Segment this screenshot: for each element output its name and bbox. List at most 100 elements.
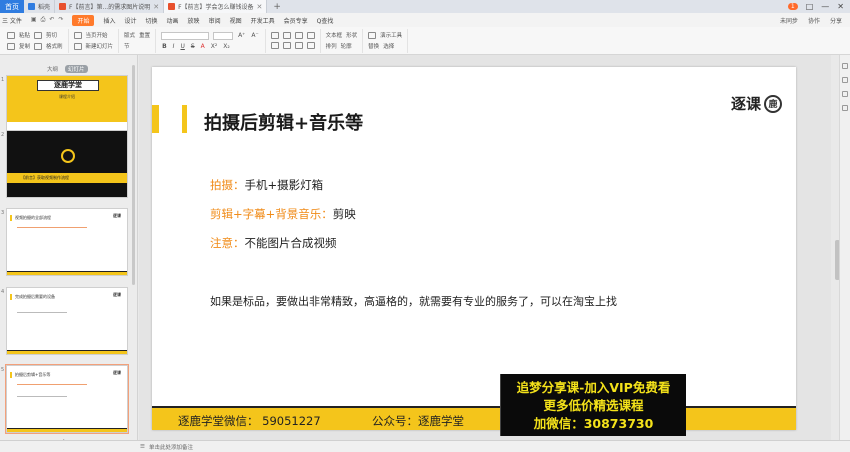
tab-slides[interactable]: 幻灯片 <box>65 65 88 73</box>
line-spacing-icon[interactable] <box>306 32 315 39</box>
bold-button[interactable]: B <box>161 43 168 50</box>
line-key: 剪辑+字幕+背景音乐： <box>210 207 333 221</box>
shape-button[interactable]: 形状 <box>346 31 357 39</box>
current-slide[interactable]: 拍摄后剪辑+音乐等 逐课 鹿 拍摄：手机+摄影灯箱 剪辑+字幕+背景音乐：剪映 … <box>152 67 796 430</box>
align-right-icon[interactable] <box>294 42 303 49</box>
play-icon[interactable] <box>73 31 82 39</box>
replace-button[interactable]: 替换 <box>368 42 379 50</box>
align-left-icon[interactable] <box>270 42 279 49</box>
clipboard-group: 粘贴 剪切 复制 格式刷 <box>2 28 69 53</box>
numbering-icon[interactable] <box>282 32 291 39</box>
layout-button[interactable]: 版式 <box>124 31 135 39</box>
property-icon[interactable] <box>842 63 848 69</box>
save-icon[interactable]: ▣ <box>31 16 37 24</box>
menu-developer[interactable]: 开发工具 <box>251 16 275 25</box>
slide-canvas: 拍摄后剪辑+音乐等 逐课 鹿 拍摄：手机+摄影灯箱 剪辑+字幕+背景音乐：剪映 … <box>139 55 831 440</box>
content-line-3[interactable]: 注意：不能图片合成视频 <box>210 235 337 251</box>
slide-thumbnail-4[interactable]: 完成拍摄后需要的设备 逐课 <box>6 287 128 355</box>
cut-icon[interactable] <box>34 31 43 39</box>
textbox-button[interactable]: 文本框 <box>326 31 343 39</box>
superscript-button[interactable]: X² <box>210 43 219 50</box>
menu-member[interactable]: 会员专享 <box>284 16 308 25</box>
slide-thumbnail-5[interactable]: 拍摄后剪辑+音乐等 逐课 <box>5 364 129 434</box>
slide-title[interactable]: 拍摄后剪辑+音乐等 <box>204 109 363 135</box>
select-button[interactable]: 选择 <box>383 42 394 50</box>
subscript-button[interactable]: X₂ <box>222 43 231 50</box>
format-painter-icon[interactable] <box>34 42 43 50</box>
align-center-icon[interactable] <box>282 42 291 49</box>
notes-placeholder[interactable]: 单击此处添加备注 <box>149 443 193 451</box>
thumb-accent-bar <box>10 215 12 221</box>
menu-design[interactable]: 设计 <box>125 16 137 25</box>
menu-animation[interactable]: 动画 <box>167 16 179 25</box>
font-grow-icon[interactable]: A⁺ <box>237 32 246 39</box>
outline-button[interactable]: 轮廓 <box>341 42 352 50</box>
new-tab-button[interactable]: + <box>267 2 287 12</box>
content-line-1[interactable]: 拍摄：手机+摄影灯箱 <box>210 177 323 193</box>
redo-icon[interactable]: ↷ <box>58 16 63 24</box>
copy-icon[interactable] <box>7 42 15 50</box>
transition-icon[interactable] <box>842 91 848 97</box>
close-icon[interactable]: ✕ <box>257 3 263 11</box>
print-icon[interactable]: ⎙ <box>41 16 46 24</box>
menu-slideshow[interactable]: 放映 <box>188 16 200 25</box>
sync-status[interactable]: 未同步 <box>780 16 798 25</box>
promo-line-3: 加微信：30873730 <box>533 415 654 431</box>
thumb-logo: 逐课 <box>113 213 121 218</box>
animation-icon[interactable] <box>842 77 848 83</box>
presentation-tools-button[interactable]: 演示工具 <box>380 31 402 39</box>
indent-icon[interactable] <box>294 32 303 39</box>
tab-ppt-2[interactable]: F【前言】学会怎么赚钱设备 ✕ <box>164 0 268 13</box>
close-icon[interactable]: ✕ <box>153 3 159 11</box>
notification-badge[interactable]: 1 <box>787 3 798 10</box>
content-line-2[interactable]: 剪辑+字幕+背景音乐：剪映 <box>210 206 356 222</box>
tab-outline[interactable]: 大纲 <box>44 65 61 73</box>
menu-insert[interactable]: 插入 <box>103 16 115 25</box>
section-button[interactable]: 节 <box>124 42 130 50</box>
font-shrink-icon[interactable]: A⁻ <box>250 32 259 39</box>
cut-button[interactable]: 剪切 <box>46 31 57 39</box>
thumb-line <box>17 384 87 385</box>
paste-icon[interactable] <box>7 31 15 39</box>
justify-icon[interactable] <box>306 42 315 49</box>
font-size-select[interactable] <box>213 31 234 40</box>
strike-button[interactable]: S <box>190 43 196 50</box>
restore-button[interactable]: □ <box>806 2 814 11</box>
arrange-button[interactable]: 排列 <box>326 42 337 50</box>
new-slide-button[interactable]: 新建幻灯片 <box>86 42 114 50</box>
home-tab[interactable]: 首页 <box>0 0 24 13</box>
minimize-button[interactable]: — <box>821 2 829 11</box>
play-from-current-button[interactable]: 当页开始 <box>86 31 108 39</box>
presentation-tools-icon[interactable] <box>368 31 377 39</box>
copy-button[interactable]: 复制 <box>19 42 30 50</box>
tab-docer[interactable]: 稻壳 <box>24 0 56 13</box>
menu-start[interactable]: 开始 <box>72 14 95 26</box>
tab-ppt-1[interactable]: F【前言】第...的需求图片说明 ✕ <box>55 0 165 13</box>
format-painter-button[interactable]: 格式刷 <box>46 42 63 50</box>
paste-button[interactable]: 粘贴 <box>19 31 30 39</box>
slide-note-text[interactable]: 如果是标品，要做出非常精致，高逼格的，就需要有专业的服务了，可以在淘宝上找 <box>210 293 617 309</box>
line-key: 拍摄： <box>210 178 245 192</box>
bullets-icon[interactable] <box>270 32 279 39</box>
underline-button[interactable]: U <box>179 43 185 50</box>
font-color-button[interactable]: A <box>200 43 206 50</box>
menu-review[interactable]: 审阅 <box>209 16 221 25</box>
undo-icon[interactable]: ↶ <box>49 16 54 24</box>
thumbnail-scrollbar[interactable] <box>132 65 135 285</box>
close-window-button[interactable]: ✕ <box>837 2 844 11</box>
slide-thumbnail-2[interactable]: 【前言】获取视频制作流程 <box>6 130 128 198</box>
menu-search[interactable]: Q查找 <box>317 16 334 25</box>
slide-thumbnail-3[interactable]: 视频拍摄的全部流程 逐课 <box>6 208 128 276</box>
settings-icon[interactable] <box>842 105 848 111</box>
line-value: 手机+摄影灯箱 <box>244 178 324 192</box>
new-slide-icon[interactable] <box>73 42 82 50</box>
slide-number: 3 <box>1 210 5 216</box>
share-button[interactable]: 分享 <box>830 16 842 25</box>
file-menu[interactable]: 三 文件 <box>2 16 22 25</box>
menu-transition[interactable]: 切换 <box>146 16 158 25</box>
collab-button[interactable]: 协作 <box>808 16 820 25</box>
menu-view[interactable]: 视图 <box>230 16 242 25</box>
font-family-select[interactable] <box>161 31 210 40</box>
reset-button[interactable]: 重置 <box>139 31 150 39</box>
italic-button[interactable]: I <box>172 43 176 50</box>
